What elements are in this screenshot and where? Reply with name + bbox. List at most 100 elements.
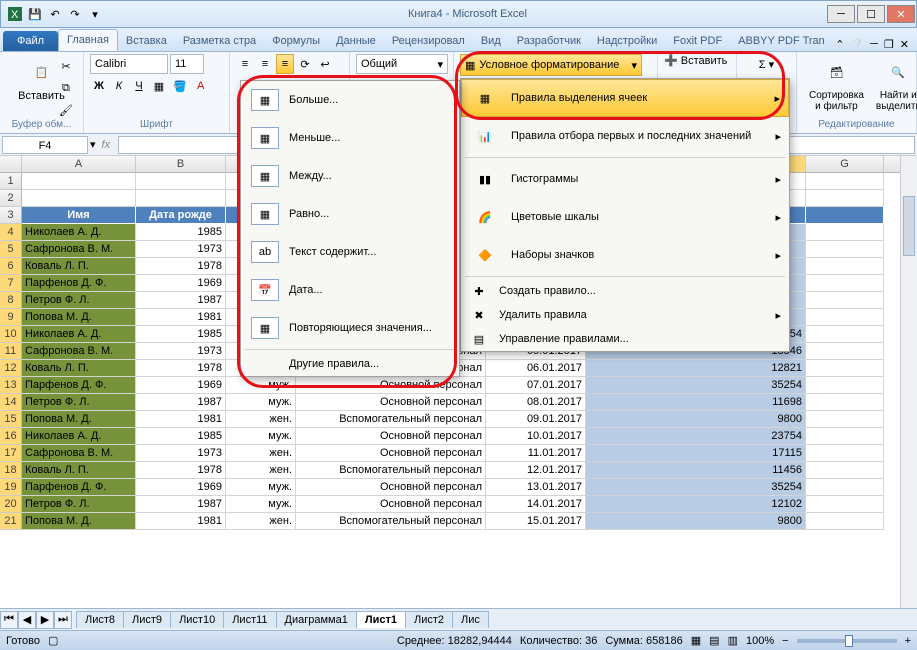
cell[interactable]: 12.01.2017 (486, 462, 586, 479)
cell[interactable] (806, 479, 884, 496)
cell[interactable]: 9800 (586, 513, 806, 530)
cell[interactable]: Сафронова В. М. (22, 445, 136, 462)
cell[interactable]: 17115 (586, 445, 806, 462)
font-color-button[interactable]: A (192, 76, 210, 96)
tab-view[interactable]: Вид (473, 31, 509, 51)
cell[interactable]: Коваль Л. П. (22, 258, 136, 275)
cell[interactable] (806, 496, 884, 513)
cell[interactable]: 1969 (136, 479, 226, 496)
cell[interactable] (806, 428, 884, 445)
border-button[interactable]: ▦ (150, 76, 168, 96)
row-header[interactable]: 9 (0, 309, 22, 326)
cell[interactable]: 9800 (586, 411, 806, 428)
cell[interactable]: 10.01.2017 (486, 428, 586, 445)
redo-icon[interactable]: ↷ (67, 6, 83, 22)
cell[interactable]: 13.01.2017 (486, 479, 586, 496)
tab-developer[interactable]: Разработчик (509, 31, 589, 51)
cell[interactable] (806, 411, 884, 428)
cell[interactable]: Вспомогательный персонал (296, 513, 486, 530)
sheet-tab[interactable]: Лист8 (76, 611, 124, 628)
cell[interactable]: 1978 (136, 258, 226, 275)
cell[interactable]: муж. (226, 428, 296, 445)
cell[interactable]: Коваль Л. П. (22, 360, 136, 377)
bold-button[interactable]: Ж (90, 76, 108, 96)
sheet-nav-first[interactable]: ⏮ (0, 611, 18, 629)
cell[interactable]: жен. (226, 445, 296, 462)
cell[interactable]: 1978 (136, 360, 226, 377)
zoom-percent[interactable]: 100% (746, 635, 774, 647)
cell[interactable]: 11.01.2017 (486, 445, 586, 462)
tab-page-layout[interactable]: Разметка стра (175, 31, 264, 51)
view-pagebreak-icon[interactable]: ▥ (728, 634, 738, 647)
qat-more-icon[interactable]: ▾ (87, 6, 103, 22)
cell[interactable]: 11698 (586, 394, 806, 411)
cell[interactable]: 07.01.2017 (486, 377, 586, 394)
row-header[interactable]: 10 (0, 326, 22, 343)
cell[interactable]: Основной персонал (296, 479, 486, 496)
cell[interactable]: 1981 (136, 513, 226, 530)
cell[interactable] (806, 224, 884, 241)
maximize-button[interactable]: ☐ (857, 5, 885, 23)
insert-cells-button[interactable]: ➕ Вставить (664, 54, 727, 67)
col-header-B[interactable]: B (136, 156, 226, 172)
sort-filter-button[interactable]: 🗃 Сортировка и фильтр (803, 54, 870, 114)
rule-equal[interactable]: ▦Равно... (241, 195, 459, 233)
tab-insert[interactable]: Вставка (118, 31, 175, 51)
tab-abbyy[interactable]: ABBYY PDF Tran (730, 31, 833, 51)
cell[interactable]: 1987 (136, 496, 226, 513)
close-button[interactable]: ✕ (887, 5, 915, 23)
col-header-G[interactable]: G (806, 156, 884, 172)
rule-text-contains[interactable]: abТекст содержит... (241, 233, 459, 271)
undo-icon[interactable]: ↶ (47, 6, 63, 22)
tab-home[interactable]: Главная (58, 29, 118, 51)
cell[interactable]: Вспомогательный персонал (296, 462, 486, 479)
cell[interactable]: жен. (226, 462, 296, 479)
cell[interactable]: Парфенов Д. Ф. (22, 479, 136, 496)
cell[interactable]: 1981 (136, 309, 226, 326)
cell[interactable]: 1985 (136, 326, 226, 343)
row-header[interactable]: 12 (0, 360, 22, 377)
cell[interactable]: 1973 (136, 241, 226, 258)
row-header[interactable]: 21 (0, 513, 22, 530)
cell[interactable]: 12102 (586, 496, 806, 513)
sheet-tab[interactable]: Лист2 (405, 611, 453, 628)
cell[interactable] (806, 394, 884, 411)
autosum-button[interactable]: Σ ▾ (743, 54, 790, 74)
cf-data-bars[interactable]: ▮▮ Гистограммы ▸ (461, 160, 789, 198)
row-header[interactable]: 18 (0, 462, 22, 479)
excel-icon[interactable]: X (7, 6, 23, 22)
cell[interactable]: 1987 (136, 292, 226, 309)
cell[interactable]: 1973 (136, 343, 226, 360)
cell[interactable] (806, 343, 884, 360)
italic-button[interactable]: К (110, 76, 128, 96)
save-icon[interactable]: 💾 (27, 6, 43, 22)
file-tab[interactable]: Файл (3, 31, 58, 51)
font-name-dropdown[interactable]: Calibri (90, 54, 168, 74)
macro-record-icon[interactable]: ▢ (48, 634, 58, 647)
zoom-out-icon[interactable]: − (782, 635, 788, 647)
tab-formulas[interactable]: Формулы (264, 31, 328, 51)
cell[interactable]: муж. (226, 377, 296, 394)
align-top-button[interactable]: ≡ (236, 54, 254, 74)
cut-icon[interactable]: ✂ (57, 56, 75, 76)
cell[interactable] (806, 377, 884, 394)
cell[interactable]: 35254 (586, 479, 806, 496)
tab-addins[interactable]: Надстройки (589, 31, 665, 51)
rule-between[interactable]: ▦Между... (241, 157, 459, 195)
zoom-slider[interactable] (797, 639, 897, 643)
cell[interactable]: Основной персонал (296, 496, 486, 513)
rule-more[interactable]: Другие правила... (241, 352, 459, 376)
cell[interactable] (806, 241, 884, 258)
cell[interactable] (806, 309, 884, 326)
cell[interactable] (806, 513, 884, 530)
tab-data[interactable]: Данные (328, 31, 384, 51)
cf-highlight-rules[interactable]: ▦ Правила выделения ячеек ▸ (461, 79, 789, 117)
cell[interactable] (806, 326, 884, 343)
row-header[interactable]: 14 (0, 394, 22, 411)
tab-review[interactable]: Рецензировал (384, 31, 473, 51)
cf-icon-sets[interactable]: 🔶 Наборы значков ▸ (461, 236, 789, 274)
rule-less-than[interactable]: ▦Меньше... (241, 119, 459, 157)
view-layout-icon[interactable]: ▤ (709, 634, 719, 647)
row-header[interactable]: 15 (0, 411, 22, 428)
cell[interactable]: 08.01.2017 (486, 394, 586, 411)
